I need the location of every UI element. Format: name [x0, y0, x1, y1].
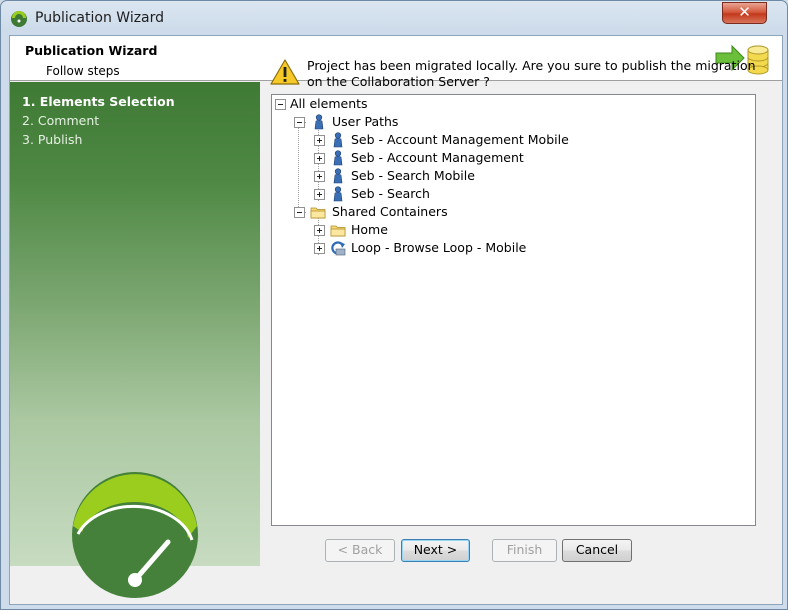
expand-toggle[interactable] — [314, 225, 325, 236]
app-logo-icon — [11, 11, 27, 27]
user-icon — [333, 132, 343, 148]
collapse-toggle[interactable] — [294, 117, 305, 128]
expand-toggle[interactable] — [314, 153, 325, 164]
finish-button[interactable]: Finish — [492, 539, 557, 562]
step-elements-selection: 1. Elements Selection — [22, 94, 175, 109]
step-comment: 2. Comment — [22, 113, 100, 128]
window-title: Publication Wizard — [35, 10, 165, 26]
user-icon — [333, 186, 343, 202]
tree-node-label: Loop - Browse Loop - Mobile — [351, 240, 527, 255]
collapse-toggle[interactable] — [275, 99, 286, 110]
confirmation-message: Project has been migrated locally. Are y… — [307, 58, 756, 89]
tree-node-label: Shared Containers — [332, 204, 448, 219]
loop-icon — [331, 241, 346, 256]
warning-icon — [270, 59, 300, 85]
expand-toggle[interactable] — [314, 171, 325, 182]
cancel-button[interactable]: Cancel — [562, 539, 632, 562]
collapse-toggle[interactable] — [294, 207, 305, 218]
gauge-logo-icon — [72, 472, 198, 598]
elements-tree[interactable]: All elements User Paths Seb - Account Ma… — [271, 94, 756, 526]
close-icon: ✕ — [738, 3, 751, 21]
tree-node-label: Seb - Account Management — [351, 150, 524, 165]
folder-icon — [330, 225, 346, 237]
back-button[interactable]: < Back — [325, 539, 395, 562]
folder-icon — [310, 207, 326, 219]
next-button[interactable]: Next > — [401, 539, 470, 562]
tree-node-label: User Paths — [332, 114, 399, 129]
steps-panel: 1. Elements Selection 2. Comment 3. Publ… — [10, 82, 260, 598]
tree-node-label: All elements — [290, 96, 368, 111]
wizard-header-subtitle: Follow steps — [46, 64, 120, 78]
user-icon — [333, 168, 343, 184]
close-button[interactable]: ✕ — [722, 2, 767, 24]
title-bar[interactable]: Publication Wizard ✕ — [1, 1, 787, 35]
tree-node-label: Seb - Search — [351, 186, 430, 201]
tree-node-label: Home — [351, 222, 388, 237]
tree-node-label: Seb - Account Management Mobile — [351, 132, 569, 147]
user-icon — [333, 150, 343, 166]
wizard-header-title: Publication Wizard — [25, 43, 158, 58]
window-frame: Publication Wizard ✕ Publication Wizard … — [0, 0, 788, 610]
user-icon — [314, 114, 324, 130]
expand-toggle[interactable] — [314, 243, 325, 254]
expand-toggle[interactable] — [314, 189, 325, 200]
expand-toggle[interactable] — [314, 135, 325, 146]
tree-node-label: Seb - Search Mobile — [351, 168, 475, 183]
step-publish: 3. Publish — [22, 132, 83, 147]
